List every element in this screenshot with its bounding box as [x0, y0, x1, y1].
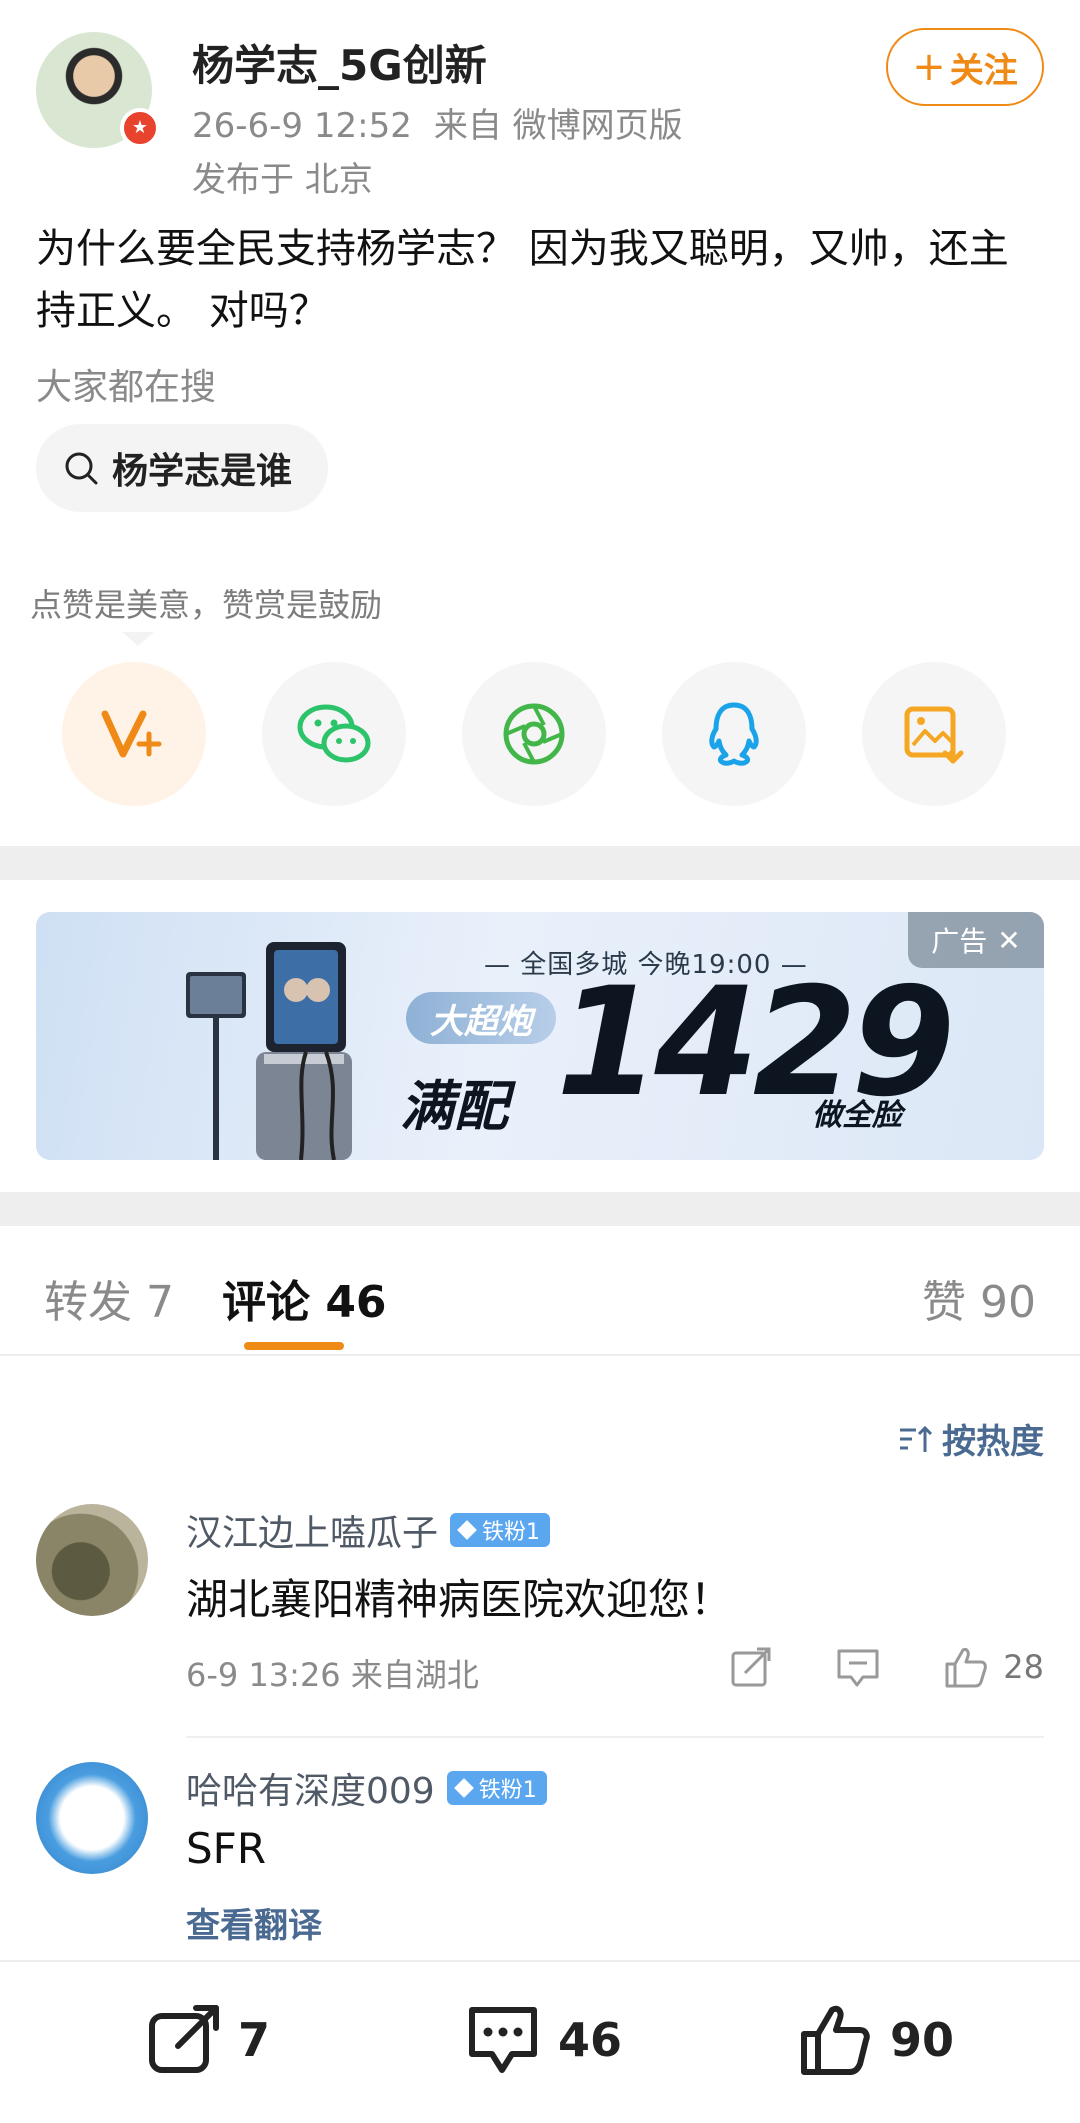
comment-reply-button[interactable]: [835, 1645, 881, 1689]
tab-repost[interactable]: 转发 7: [44, 1266, 174, 1330]
thumbs-up-icon: [945, 1648, 988, 1688]
hot-search-chip[interactable]: 杨学志是谁: [36, 424, 329, 512]
post-meta: 26-6-9 12:52 来自 微博网页版: [192, 98, 683, 147]
sort-label: 按热度: [942, 1422, 1044, 1462]
translate-link[interactable]: 查看翻译: [186, 1898, 322, 1947]
hot-search-label: 大家都在搜: [36, 367, 217, 408]
follow-label: 关注: [949, 50, 1018, 91]
post-header: ★ 杨学志_5G创新 26-6-9 12:52 来自 微博网页版 发布于 北京 +…: [36, 28, 1044, 200]
sort-icon: [900, 1425, 933, 1452]
fan-badge: 铁粉1: [446, 1771, 547, 1805]
comment-footer: 6-9 13:26 来自湖北 28: [186, 1647, 1044, 1696]
commenter-name-row: 汉江边上嗑瓜子 铁粉1: [186, 1504, 551, 1556]
author-name[interactable]: 杨学志_5G创新: [192, 32, 487, 93]
commenter-avatar[interactable]: [36, 1504, 148, 1616]
section-divider: [0, 1192, 1080, 1226]
fan-badge: 铁粉1: [450, 1513, 551, 1547]
detail-tabs: 转发 7 评论 46 赞 90: [0, 1226, 1080, 1356]
save-image-icon: [904, 706, 964, 764]
fan-badge-label: 铁粉1: [478, 1778, 537, 1803]
comment-like-button[interactable]: 28: [943, 1644, 1044, 1690]
post-location: 发布于 北京: [192, 160, 373, 200]
bottom-comment-button[interactable]: 46: [464, 2002, 622, 2078]
reward-button[interactable]: [62, 662, 206, 806]
comment-share-button[interactable]: [729, 1645, 773, 1689]
save-image-button[interactable]: [862, 662, 1006, 806]
close-icon: ✕: [997, 923, 1021, 957]
share-moments-button[interactable]: [462, 662, 606, 806]
beauty-device-image: [186, 942, 352, 1160]
active-tab-indicator: [244, 1342, 344, 1350]
vplus-reward-icon: [101, 710, 162, 758]
comment-text: SFR: [186, 1824, 267, 1873]
comment-like-count: 28: [1003, 1648, 1044, 1686]
thumbs-up-icon: [801, 2005, 870, 2075]
comment-item: 哈哈有深度009 铁粉1 SFR 查看翻译: [36, 1762, 1044, 1952]
tab-like[interactable]: 赞 90: [922, 1266, 1036, 1330]
post-source: 来自 微博网页版: [433, 106, 683, 146]
fan-badge-label: 铁粉1: [482, 1520, 541, 1545]
post-time: 26-6-9 12:52: [192, 106, 412, 146]
ad-banner[interactable]: — 全国多城 今晚19:00 — 大超炮 满配 1429 做全脸 广告 ✕: [36, 912, 1044, 1160]
bottom-repost-count: 7: [238, 2013, 271, 2067]
comment-actions: 28: [667, 1644, 1044, 1690]
bottom-action-bar: 7 46 90: [0, 1960, 1080, 2123]
share-icon: [731, 1647, 771, 1687]
verified-badge-icon: ★: [120, 108, 160, 148]
ad-close-button[interactable]: 广告 ✕: [908, 912, 1044, 968]
share-wechat-button[interactable]: [262, 662, 406, 806]
comment-icon: [469, 2007, 537, 2073]
follow-button[interactable]: + 关注: [886, 28, 1044, 106]
commenter-avatar[interactable]: [36, 1762, 148, 1874]
ad-tag-label: 广告: [931, 925, 988, 958]
diamond-icon: [457, 1520, 477, 1540]
commenter-name[interactable]: 汉江边上嗑瓜子: [186, 1504, 438, 1556]
wechat-icon: [297, 704, 371, 763]
qq-icon: [709, 702, 759, 766]
ad-subline: 做全脸: [812, 1098, 902, 1133]
tab-comment[interactable]: 评论 46: [222, 1266, 387, 1330]
reward-text: 点赞是美意，赞赏是鼓励: [30, 586, 383, 624]
share-row: [62, 662, 1022, 810]
share-qq-button[interactable]: [662, 662, 806, 806]
sort-button[interactable]: 按热度: [898, 1414, 1044, 1463]
plus-icon: +: [912, 44, 946, 90]
comment-item: 汉江边上嗑瓜子 铁粉1 湖北襄阳精神病医院欢迎您！ 6-9 13:26 来自湖北: [36, 1504, 1044, 1740]
moments-icon: [503, 703, 565, 765]
ad-headline: 满配: [400, 1075, 508, 1138]
commenter-name-row: 哈哈有深度009 铁粉1: [186, 1762, 547, 1814]
repost-icon: [149, 2005, 219, 2073]
diamond-icon: [453, 1778, 474, 1798]
reward-caret: [122, 632, 154, 646]
bottom-like-button[interactable]: 90: [798, 2002, 954, 2078]
comment-divider: [186, 1736, 1044, 1738]
ad-pill: 大超炮: [406, 992, 556, 1044]
comment-meta: 6-9 13:26 来自湖北: [186, 1656, 479, 1694]
commenter-name[interactable]: 哈哈有深度009: [186, 1762, 435, 1814]
reply-icon: [837, 1649, 879, 1687]
hot-search-chip-label: 杨学志是谁: [112, 451, 293, 492]
bottom-repost-button[interactable]: 7: [146, 2002, 270, 2078]
post-text: 为什么要全民支持杨学志？ 因为我又聪明，又帅，还主持正义。 对吗？: [36, 226, 1009, 334]
bottom-like-count: 90: [890, 2013, 955, 2067]
bottom-comment-count: 46: [558, 2013, 623, 2067]
section-divider: [0, 846, 1080, 880]
comment-text: 湖北襄阳精神病医院欢迎您！: [186, 1575, 733, 1624]
search-icon: [65, 452, 98, 485]
